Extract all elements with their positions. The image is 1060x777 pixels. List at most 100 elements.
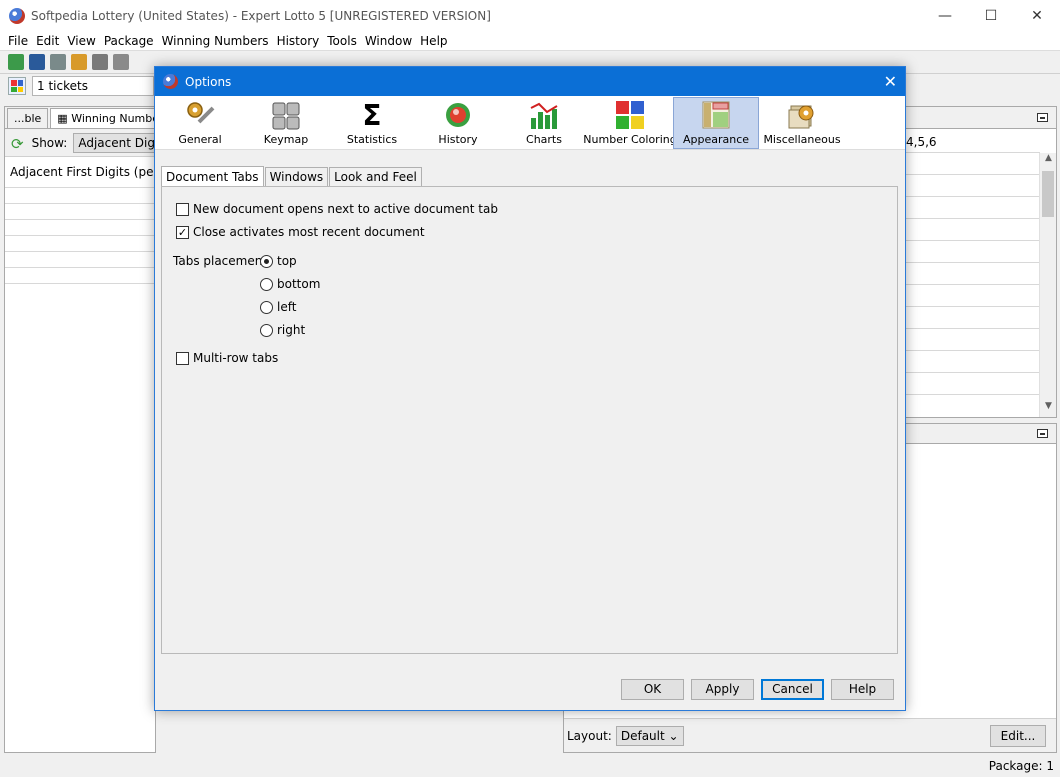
- menu-file[interactable]: File: [4, 34, 32, 48]
- table-row: [5, 235, 155, 251]
- layout-label: Layout:: [567, 728, 612, 743]
- close-recent-checkbox[interactable]: ✓: [176, 225, 189, 239]
- placement-left-radio[interactable]: [260, 300, 273, 314]
- category-keymap[interactable]: Keymap: [243, 97, 329, 149]
- category-label: Miscellaneous: [763, 133, 841, 146]
- category-label: Statistics: [346, 133, 398, 146]
- dialog-titlebar: Options ✕: [155, 67, 905, 96]
- show-label: Show:: [31, 135, 68, 150]
- close-icon[interactable]: ✕: [1014, 0, 1060, 31]
- tab-look-and-feel[interactable]: Look and Feel: [329, 167, 422, 187]
- table-row: [5, 219, 155, 235]
- menu-edit[interactable]: Edit: [32, 34, 63, 48]
- show-row: ⟳ Show: Adjacent Digits: [5, 129, 175, 157]
- placement-top-radio[interactable]: [260, 254, 273, 268]
- menu-bar: File Edit View Package Winning Numbers H…: [0, 31, 1060, 51]
- numbers-value: 4,5,6: [906, 135, 937, 149]
- window-title: Softpedia Lottery (United States) - Expe…: [31, 8, 491, 23]
- menu-package[interactable]: Package: [100, 34, 158, 48]
- filter-tree-icon[interactable]: [8, 54, 24, 70]
- placement-top-option[interactable]: top: [260, 254, 297, 268]
- misc-gear-icon: [787, 100, 817, 130]
- history-icon: [443, 100, 473, 130]
- multirow-option[interactable]: Multi-row tabs: [176, 351, 278, 365]
- left-document-panel: ...ble ▦ Winning Numbers ⟳ Show: Adjacen…: [4, 106, 177, 753]
- placement-left-option[interactable]: left: [260, 300, 296, 314]
- table-row: [5, 187, 155, 203]
- save-icon[interactable]: [92, 54, 108, 70]
- color-squares-icon: [615, 100, 645, 130]
- keyboard-icon: [271, 100, 301, 130]
- main-titlebar: Softpedia Lottery (United States) - Expe…: [0, 0, 1060, 31]
- category-statistics[interactable]: Σ Statistics: [329, 97, 415, 149]
- menu-history[interactable]: History: [273, 34, 324, 48]
- grid-header: Adjacent First Digits (per ticket): [10, 165, 155, 179]
- new-doc-label: New document opens next to active docume…: [193, 202, 498, 216]
- close-icon[interactable]: ✕: [884, 72, 897, 91]
- chevron-down-icon: ⌄: [668, 728, 679, 743]
- category-appearance[interactable]: Appearance: [673, 97, 759, 149]
- placement-top-label: top: [277, 254, 297, 268]
- layout-dropdown[interactable]: Default ⌄: [615, 725, 684, 746]
- menu-tools[interactable]: Tools: [323, 34, 361, 48]
- number-coloring-icon[interactable]: [8, 77, 26, 95]
- sum-plus-icon[interactable]: [29, 54, 45, 70]
- cancel-button[interactable]: Cancel: [761, 679, 824, 700]
- category-number-coloring[interactable]: Number Coloring: [583, 97, 677, 149]
- options-tabs: Document Tabs Windows Look and Feel: [161, 165, 423, 188]
- category-label: History: [438, 133, 478, 146]
- print-icon[interactable]: [113, 54, 129, 70]
- edit-button[interactable]: Edit...: [990, 725, 1046, 747]
- placement-right-radio[interactable]: [260, 323, 273, 337]
- doc-tab-table[interactable]: ...ble: [7, 108, 49, 128]
- placement-bottom-radio[interactable]: [260, 277, 273, 291]
- category-label: General: [178, 133, 222, 146]
- scroll-thumb[interactable]: [1042, 171, 1054, 217]
- tab-windows[interactable]: Windows: [264, 167, 329, 187]
- help-button[interactable]: Help: [831, 679, 894, 700]
- category-history[interactable]: History: [415, 97, 501, 149]
- placement-bottom-label: bottom: [277, 277, 321, 291]
- menu-window[interactable]: Window: [361, 34, 416, 48]
- layout-value: Default: [620, 728, 665, 743]
- table-row: [5, 283, 155, 299]
- apply-button[interactable]: Apply: [691, 679, 754, 700]
- ok-button[interactable]: OK: [621, 679, 684, 700]
- category-charts[interactable]: Charts: [501, 97, 587, 149]
- app-logo-icon: [9, 7, 25, 24]
- placement-bottom-option[interactable]: bottom: [260, 277, 320, 291]
- category-label: Charts: [526, 133, 562, 146]
- new-doc-option[interactable]: New document opens next to active docume…: [176, 202, 498, 216]
- bookmark-icon[interactable]: [71, 54, 87, 70]
- table-row: [5, 251, 155, 267]
- refresh-icon[interactable]: ⟳: [11, 135, 24, 153]
- minimize-icon[interactable]: —: [922, 0, 968, 31]
- maximize-icon[interactable]: ☐: [968, 0, 1014, 31]
- minimize-panel-icon[interactable]: [1037, 429, 1048, 438]
- vertical-scrollbar[interactable]: ▲ ▼: [1039, 153, 1056, 417]
- bar-chart-icon: [529, 100, 559, 130]
- options-dialog: Options ✕ General Keymap Σ Statistics Hi…: [154, 66, 906, 711]
- close-recent-option[interactable]: ✓ Close activates most recent document: [176, 225, 425, 239]
- new-doc-checkbox[interactable]: [176, 202, 189, 216]
- tickets-combo[interactable]: 1 tickets: [32, 76, 154, 96]
- menu-winning-numbers[interactable]: Winning Numbers: [158, 34, 273, 48]
- scroll-up-icon[interactable]: ▲: [1040, 153, 1057, 169]
- tab-document-tabs[interactable]: Document Tabs: [161, 166, 264, 188]
- document-tabs: ...ble ▦ Winning Numbers: [5, 107, 177, 129]
- scroll-down-icon[interactable]: ▼: [1040, 401, 1057, 417]
- table-icon: ▦: [57, 112, 68, 125]
- multirow-checkbox[interactable]: [176, 351, 189, 365]
- package-status: Package: 1: [988, 759, 1054, 773]
- menu-view[interactable]: View: [63, 34, 99, 48]
- menu-help[interactable]: Help: [416, 34, 451, 48]
- category-miscellaneous[interactable]: Miscellaneous: [759, 97, 845, 149]
- app-logo-icon: [163, 74, 178, 89]
- placement-left-label: left: [277, 300, 297, 314]
- placement-right-option[interactable]: right: [260, 323, 305, 337]
- category-label: Keymap: [263, 133, 309, 146]
- wrench-gear-icon: [185, 100, 215, 130]
- minimize-panel-icon[interactable]: [1037, 113, 1048, 122]
- category-general[interactable]: General: [157, 97, 243, 149]
- network-icon[interactable]: [50, 54, 66, 70]
